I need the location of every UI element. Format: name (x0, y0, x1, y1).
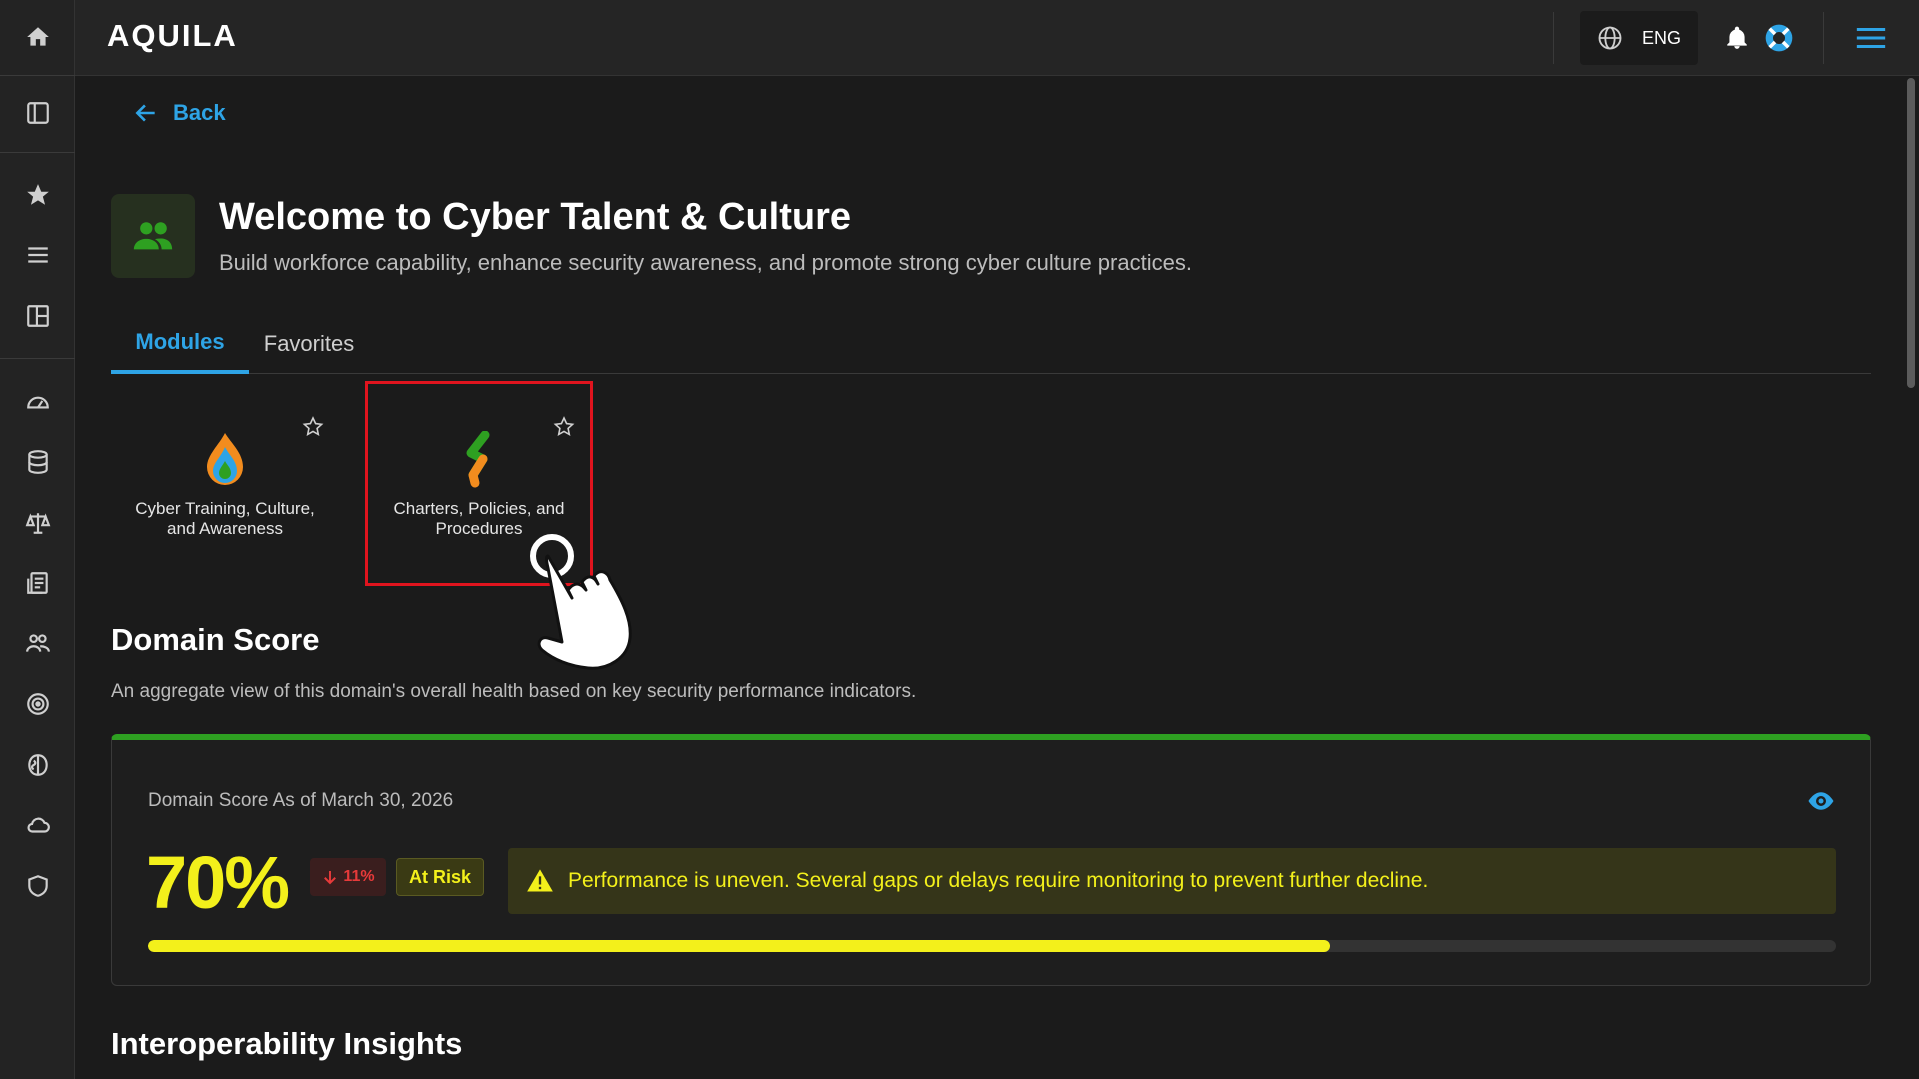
alert-text: Performance is uneven. Several gaps or d… (568, 869, 1429, 892)
favorite-star-icon[interactable] (552, 415, 576, 439)
page-title: Welcome to Cyber Talent & Culture (219, 196, 852, 238)
delta-value: 11% (343, 868, 375, 885)
scale-icon[interactable] (0, 498, 75, 548)
scroll-thumb[interactable] (1907, 78, 1915, 388)
tab-modules[interactable]: Modules (111, 314, 249, 374)
status-badge: At Risk (396, 858, 484, 896)
gauge-icon[interactable] (0, 377, 75, 427)
target-icon[interactable] (0, 679, 75, 729)
domain-score-card: Domain Score As of March 30, 2026 70% 11… (111, 734, 1871, 986)
score-date: Domain Score As of March 30, 2026 (148, 790, 454, 811)
module-card-cyber-training[interactable]: Cyber Training, Culture, and Awareness (111, 381, 339, 586)
favorite-star-icon[interactable] (301, 415, 325, 439)
panel-icon[interactable] (0, 88, 75, 138)
brain-icon[interactable] (0, 740, 75, 790)
module-label: Cyber Training, Culture, and Awareness (135, 499, 315, 538)
back-label: Back (173, 100, 226, 125)
score-progress-fill (148, 940, 1330, 952)
bell-icon[interactable] (1721, 22, 1753, 54)
eye-icon[interactable] (1806, 786, 1836, 816)
back-link[interactable]: Back (133, 100, 226, 126)
performance-alert: Performance is uneven. Several gaps or d… (508, 848, 1836, 914)
arrow-left-icon (135, 104, 155, 122)
domain-score-title: Domain Score (111, 622, 320, 657)
score-delta-badge: 11% (310, 858, 386, 896)
main-content: Back Welcome to Cyber Talent & Culture B… (75, 76, 1903, 1079)
cloud-icon[interactable] (0, 800, 75, 850)
people-icon (133, 222, 173, 250)
language-selector[interactable]: ENG (1580, 11, 1698, 65)
sidebar (0, 0, 75, 1079)
tab-favorites[interactable]: Favorites (249, 314, 369, 374)
arrow-down-icon (324, 871, 337, 885)
score-value: 70% (146, 841, 290, 924)
app-logo[interactable]: AQUILA (107, 18, 238, 54)
score-progress-bar (148, 940, 1836, 952)
language-label: ENG (1642, 27, 1682, 48)
warning-icon (527, 869, 553, 892)
scrollbar[interactable] (1903, 76, 1919, 1079)
flame-drop-icon (207, 433, 243, 485)
hamburger-menu-icon[interactable] (1853, 22, 1889, 54)
shield-icon[interactable] (0, 861, 75, 911)
domain-score-description: An aggregate view of this domain's overa… (111, 681, 917, 702)
tab-bar: Modules Favorites (111, 314, 1871, 374)
users-icon[interactable] (0, 618, 75, 668)
page-subtitle: Build workforce capability, enhance secu… (219, 250, 1192, 275)
interoperability-insights-title: Interoperability Insights (111, 1026, 463, 1061)
globe-icon (1598, 26, 1622, 50)
star-icon[interactable] (0, 170, 75, 220)
report-icon[interactable] (0, 558, 75, 608)
hand-pointer-icon (530, 534, 632, 670)
layout-icon[interactable] (0, 291, 75, 341)
home-icon[interactable] (0, 12, 75, 62)
support-icon[interactable] (1763, 22, 1795, 54)
menu-icon[interactable] (0, 230, 75, 280)
database-icon[interactable] (0, 437, 75, 487)
domain-icon (111, 194, 195, 278)
topbar: AQUILA ENG (75, 0, 1919, 76)
policy-s-icon (466, 431, 490, 488)
